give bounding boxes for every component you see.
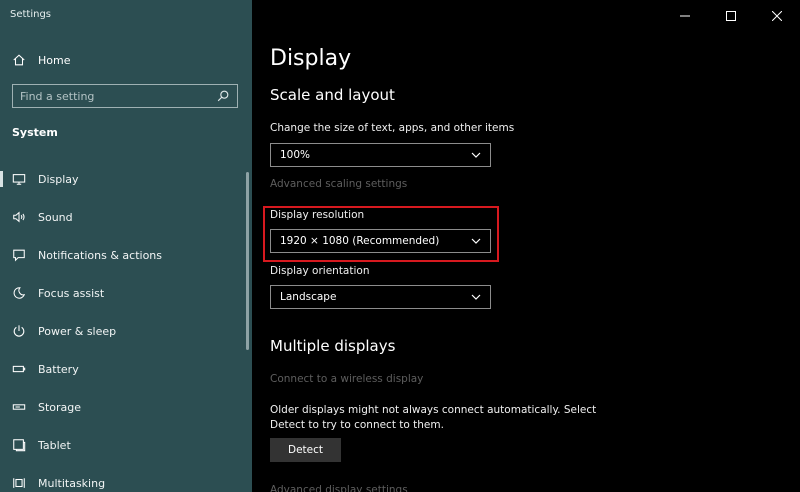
multiple-displays-heading: Multiple displays (270, 337, 396, 355)
monitor-icon (12, 172, 26, 186)
sidebar-item-multitasking[interactable]: Multitasking (0, 464, 252, 492)
orientation-value: Landscape (280, 291, 337, 303)
scale-dropdown[interactable]: 100% (270, 143, 491, 167)
resolution-label: Display resolution (270, 209, 365, 221)
chevron-down-icon (471, 294, 481, 300)
home-link[interactable]: Home (12, 51, 70, 69)
sidebar-item-battery[interactable]: Battery (0, 350, 252, 388)
sidebar: Settings Home System Display Sound (0, 0, 252, 492)
sidebar-item-label: Multitasking (38, 476, 106, 490)
speaker-icon (12, 210, 26, 224)
sidebar-item-label: Focus assist (38, 286, 105, 300)
scale-layout-heading: Scale and layout (270, 86, 395, 104)
wireless-display-link[interactable]: Connect to a wireless display (270, 373, 423, 385)
sidebar-item-label: Battery (38, 362, 79, 376)
power-icon (12, 324, 26, 338)
moon-icon (12, 286, 26, 300)
page-title: Display (270, 46, 352, 71)
app-title: Settings (10, 9, 52, 20)
sidebar-item-display[interactable]: Display (0, 160, 252, 198)
multitasking-icon (12, 476, 26, 490)
chevron-down-icon (471, 152, 481, 158)
sidebar-item-label: Display (38, 172, 79, 186)
search-input[interactable] (20, 89, 216, 103)
orientation-dropdown[interactable]: Landscape (270, 285, 491, 309)
detect-button[interactable]: Detect (270, 438, 341, 462)
sidebar-item-label: Tablet (38, 438, 71, 452)
sidebar-item-focus-assist[interactable]: Focus assist (0, 274, 252, 312)
sidebar-item-sound[interactable]: Sound (0, 198, 252, 236)
battery-icon (12, 362, 26, 376)
home-icon (12, 53, 26, 67)
section-title: System (12, 126, 58, 139)
sidebar-nav: Display Sound Notifications & actions Fo… (0, 160, 252, 492)
scale-value: 100% (280, 149, 311, 161)
notification-icon (12, 248, 26, 262)
sidebar-item-notifications[interactable]: Notifications & actions (0, 236, 252, 274)
orientation-label: Display orientation (270, 265, 370, 277)
main-content: Display Scale and layout Change the size… (252, 0, 800, 492)
resolution-value: 1920 × 1080 (Recommended) (280, 235, 440, 247)
sidebar-item-label: Power & sleep (38, 324, 117, 338)
resolution-dropdown[interactable]: 1920 × 1080 (Recommended) (270, 229, 491, 253)
chevron-down-icon (471, 238, 481, 244)
storage-icon (12, 400, 26, 414)
sidebar-scrollbar[interactable] (246, 172, 249, 350)
sidebar-item-power-sleep[interactable]: Power & sleep (0, 312, 252, 350)
home-label: Home (38, 53, 71, 67)
search-box[interactable] (12, 84, 238, 108)
detect-description: Older displays might not always connect … (270, 404, 597, 431)
scale-label: Change the size of text, apps, and other… (270, 122, 515, 134)
sidebar-item-tablet[interactable]: Tablet (0, 426, 252, 464)
sidebar-item-label: Sound (38, 210, 73, 224)
search-icon[interactable] (216, 89, 230, 103)
sidebar-item-storage[interactable]: Storage (0, 388, 252, 426)
sidebar-item-label: Storage (38, 400, 82, 414)
tablet-icon (12, 438, 26, 452)
advanced-display-link[interactable]: Advanced display settings (270, 484, 408, 492)
advanced-scaling-link[interactable]: Advanced scaling settings (270, 178, 407, 190)
sidebar-item-label: Notifications & actions (38, 248, 163, 262)
